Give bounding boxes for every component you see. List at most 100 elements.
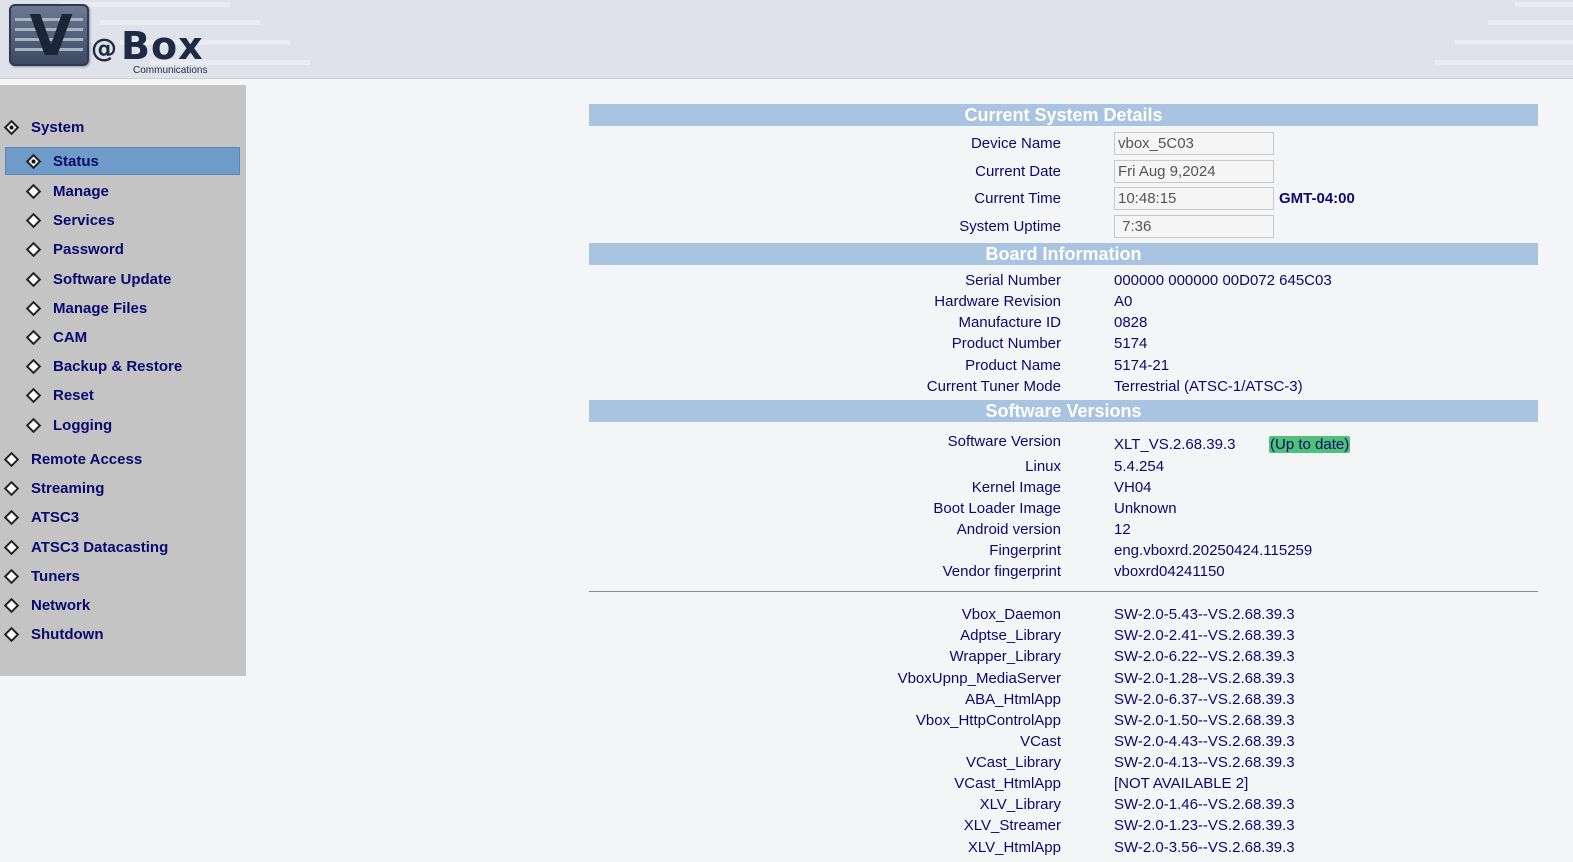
- sidebar-item-label: Manage Files: [53, 299, 148, 317]
- diamond-bullet-icon: [3, 451, 20, 467]
- header-stripe: [1488, 20, 1573, 25]
- component-version: SW-2.0-6.37--VS.2.68.39.3: [1114, 691, 1295, 708]
- component-label: Vbox_HttpControlApp: [915, 712, 1061, 729]
- kernel-image-label: Kernel Image: [971, 479, 1061, 496]
- component-version: SW-2.0-2.41--VS.2.68.39.3: [1114, 627, 1295, 644]
- sidebar-item-reset[interactable]: Reset: [25, 381, 94, 409]
- section-header-board-info: Board Information: [589, 243, 1538, 265]
- sidebar-item-label: Services: [53, 211, 115, 229]
- hardware-revision-label: Hardware Revision: [934, 293, 1061, 310]
- sidebar-item-label: Remote Access: [31, 450, 143, 468]
- sidebar-item-label: CAM: [53, 328, 88, 346]
- sidebar-item-label: Backup & Restore: [53, 357, 183, 375]
- component-label: VCast_HtmlApp: [954, 775, 1061, 792]
- component-version: SW-2.0-1.28--VS.2.68.39.3: [1114, 670, 1295, 687]
- section-header-system-details: Current System Details: [589, 104, 1538, 126]
- sidebar-item-label: ATSC3: [31, 508, 80, 526]
- tuner-mode-value: Terrestrial (ATSC-1/ATSC-3): [1114, 378, 1303, 395]
- sidebar-item-manage-files[interactable]: Manage Files: [25, 294, 148, 322]
- diamond-bullet-icon: [25, 153, 42, 169]
- sidebar-item-label: Network: [31, 596, 91, 614]
- sidebar-item-password[interactable]: Password: [25, 235, 124, 263]
- timezone-label: GMT-04:00: [1279, 190, 1355, 207]
- sidebar-item-manage[interactable]: Manage: [25, 177, 109, 205]
- diamond-bullet-icon: [3, 597, 20, 613]
- diamond-bullet-icon: [25, 212, 42, 228]
- product-name-value: 5174-21: [1114, 357, 1170, 374]
- fingerprint-label: Fingerprint: [989, 542, 1061, 559]
- sidebar-item-system[interactable]: System: [3, 113, 84, 141]
- component-version: SW-2.0-4.43--VS.2.68.39.3: [1114, 733, 1295, 750]
- component-label: Adptse_Library: [960, 627, 1061, 644]
- component-label: VCast_Library: [965, 754, 1061, 771]
- sidebar-item-label: Tuners: [31, 567, 80, 585]
- header-banner: V @ Box Communications: [0, 0, 1573, 79]
- sidebar-item-network[interactable]: Network: [3, 591, 91, 619]
- component-label: Wrapper_Library: [949, 648, 1061, 665]
- section-header-software-versions: Software Versions: [589, 400, 1538, 422]
- sidebar-item-backup-restore[interactable]: Backup & Restore: [25, 352, 183, 380]
- device-name-field[interactable]: [1114, 132, 1274, 155]
- diamond-bullet-icon: [25, 387, 42, 403]
- logo-letter: V: [29, 4, 73, 66]
- logo-word: Box: [121, 24, 204, 68]
- component-version: SW-2.0-3.56--VS.2.68.39.3: [1114, 839, 1295, 856]
- diamond-bullet-icon: [25, 358, 42, 374]
- sidebar-item-label: Streaming: [31, 479, 105, 497]
- kernel-image-value: VH04: [1114, 479, 1152, 496]
- sidebar-item-atsc3[interactable]: ATSC3: [3, 503, 80, 531]
- vbox-logo: V @ Box Communications: [9, 4, 239, 76]
- sidebar-item-streaming[interactable]: Streaming: [3, 474, 105, 502]
- sidebar-item-label: Software Update: [53, 270, 172, 288]
- component-version: SW-2.0-5.43--VS.2.68.39.3: [1114, 606, 1295, 623]
- sidebar-item-tuners[interactable]: Tuners: [3, 562, 80, 590]
- component-version: SW-2.0-1.50--VS.2.68.39.3: [1114, 712, 1295, 729]
- product-name-label: Product Name: [965, 357, 1061, 374]
- sidebar-item-label: Manage: [53, 182, 109, 200]
- manufacture-id-label: Manufacture ID: [958, 314, 1061, 331]
- fingerprint-value: eng.vboxrd.20250424.115259: [1114, 542, 1313, 559]
- logo-subtitle: Communications: [133, 65, 208, 76]
- header-stripe: [1435, 60, 1573, 65]
- component-label: ABA_HtmlApp: [965, 691, 1061, 708]
- diamond-bullet-icon: [3, 626, 20, 642]
- current-time-field[interactable]: [1114, 187, 1274, 210]
- component-version: SW-2.0-4.13--VS.2.68.39.3: [1114, 754, 1295, 771]
- product-number-value: 5174: [1114, 335, 1148, 352]
- linux-value: 5.4.254: [1114, 458, 1165, 475]
- current-date-label: Current Date: [975, 163, 1061, 180]
- sidebar-item-shutdown[interactable]: Shutdown: [3, 620, 104, 648]
- component-version: [NOT AVAILABLE 2]: [1114, 775, 1249, 792]
- tuner-mode-label: Current Tuner Mode: [926, 378, 1061, 395]
- diamond-bullet-icon: [3, 539, 20, 555]
- diamond-bullet-icon: [3, 119, 20, 135]
- system-uptime-label: System Uptime: [959, 218, 1061, 235]
- component-label: VboxUpnp_MediaServer: [897, 670, 1061, 687]
- current-date-field[interactable]: [1114, 160, 1274, 183]
- component-version: SW-2.0-1.23--VS.2.68.39.3: [1114, 817, 1295, 834]
- logo-box: V: [9, 4, 89, 66]
- device-name-label: Device Name: [970, 135, 1061, 152]
- sidebar-item-cam[interactable]: CAM: [25, 323, 88, 351]
- boot-loader-value: Unknown: [1114, 500, 1177, 517]
- hardware-revision-value: A0: [1114, 293, 1133, 310]
- header-stripe: [1455, 40, 1573, 45]
- component-label: VCast: [1020, 733, 1061, 750]
- sidebar-item-atsc3-datacasting[interactable]: ATSC3 Datacasting: [3, 533, 168, 561]
- sidebar-item-status[interactable]: Status: [5, 147, 240, 175]
- diamond-bullet-icon: [3, 509, 20, 525]
- diamond-bullet-icon: [25, 241, 42, 257]
- system-uptime-field[interactable]: [1114, 215, 1274, 238]
- sidebar-item-remote-access[interactable]: Remote Access: [3, 445, 143, 473]
- diamond-bullet-icon: [3, 480, 20, 496]
- up-to-date-badge: (Up to date): [1269, 436, 1351, 453]
- component-label: XLV_HtmlApp: [967, 839, 1061, 856]
- android-version-label: Android version: [956, 521, 1061, 538]
- sidebar-item-logging[interactable]: Logging: [25, 411, 113, 439]
- android-version-value: 12: [1114, 521, 1131, 538]
- sidebar-item-software-update[interactable]: Software Update: [25, 265, 172, 293]
- sidebar-item-label: Logging: [53, 416, 113, 434]
- serial-number-label: Serial Number: [965, 272, 1061, 289]
- sidebar-item-services[interactable]: Services: [25, 206, 115, 234]
- sidebar-item-label: Shutdown: [31, 625, 104, 643]
